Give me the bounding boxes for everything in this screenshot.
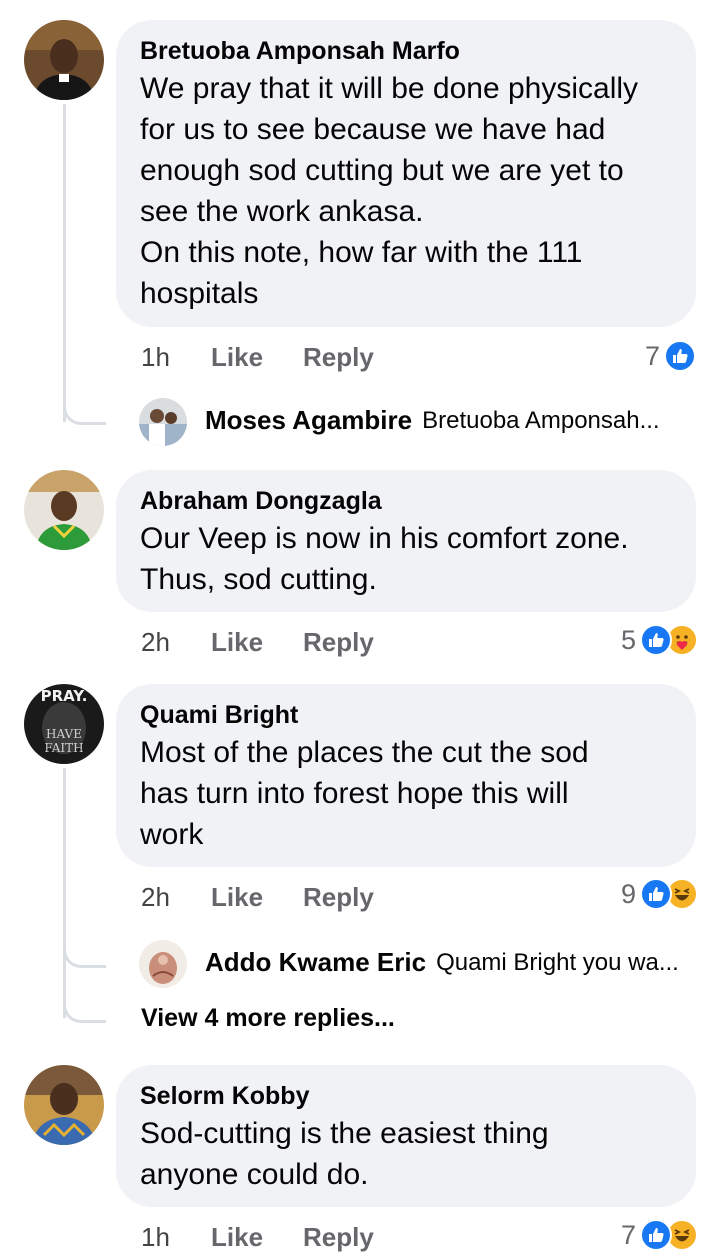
- comment-author[interactable]: Bretuoba Amponsah Marfo: [140, 34, 672, 68]
- comment-author[interactable]: Selorm Kobby: [140, 1079, 672, 1113]
- comment-bubble: Bretuoba Amponsah Marfo We pray that it …: [116, 20, 696, 327]
- comment-time[interactable]: 1h: [141, 1219, 170, 1255]
- reply-snippet: Bretuoba Amponsah...: [422, 406, 660, 434]
- like-icon: [640, 1219, 672, 1251]
- comment-actions: 1h Like Reply: [141, 339, 541, 375]
- reaction-count: 9: [620, 878, 636, 909]
- reply-button[interactable]: Reply: [303, 879, 374, 915]
- reply-snippet: Quami Bright you wa...: [436, 948, 679, 976]
- comment-actions: 2h Like Reply: [141, 879, 541, 915]
- like-button[interactable]: Like: [211, 1219, 263, 1255]
- comment-bubble: Quami Bright Most of the places the cut …: [116, 684, 696, 867]
- comment-text: Our Veep is now in his comfort zone. Thu…: [140, 522, 629, 596]
- reply-preview[interactable]: Addo Kwame Eric Quami Bright you wa...: [205, 947, 679, 978]
- thread-line: [63, 104, 66, 422]
- comment-author[interactable]: Abraham Dongzagla: [140, 484, 672, 518]
- reaction-summary[interactable]: 9: [621, 876, 698, 912]
- svg-text:HAVE: HAVE: [46, 727, 82, 741]
- reply-button[interactable]: Reply: [303, 1219, 374, 1255]
- comment-bubble: Selorm Kobby Sod-cutting is the easiest …: [116, 1065, 696, 1207]
- reaction-count: 7: [620, 1219, 636, 1250]
- reply-button[interactable]: Reply: [303, 339, 374, 375]
- comment-bubble: Abraham Dongzagla Our Veep is now in his…: [116, 470, 696, 612]
- comment-author[interactable]: Quami Bright: [140, 698, 672, 732]
- thread-line: [63, 768, 66, 1018]
- avatar[interactable]: PRAY. HAVE FAITH: [24, 684, 104, 764]
- like-icon: [664, 340, 696, 372]
- avatar[interactable]: [24, 1065, 104, 1145]
- like-button[interactable]: Like: [211, 339, 263, 375]
- avatar-text: PRAY.: [41, 687, 88, 705]
- thread-branch: [63, 990, 106, 1023]
- reaction-summary[interactable]: 7: [621, 1217, 698, 1253]
- comment-time[interactable]: 1h: [141, 339, 170, 375]
- reply-preview[interactable]: Moses Agambire Bretuoba Amponsah...: [205, 405, 660, 436]
- comment-actions: 1h Like Reply: [141, 1219, 541, 1255]
- comment-time[interactable]: 2h: [141, 879, 170, 915]
- like-icon: [640, 624, 672, 656]
- reaction-summary[interactable]: 5: [621, 622, 698, 658]
- svg-text:FAITH: FAITH: [44, 741, 83, 755]
- comment-text: We pray that it will be done physically …: [140, 72, 639, 310]
- reaction-count: 5: [620, 624, 636, 655]
- like-icon: [640, 878, 672, 910]
- view-more-replies-button[interactable]: View 4 more replies...: [141, 1004, 395, 1033]
- reaction-summary[interactable]: 7: [645, 338, 696, 374]
- thread-branch: [63, 935, 106, 968]
- like-button[interactable]: Like: [211, 624, 263, 660]
- avatar[interactable]: [24, 470, 104, 550]
- avatar[interactable]: [24, 20, 104, 100]
- reply-author[interactable]: Addo Kwame Eric: [205, 947, 426, 978]
- reaction-count: 7: [644, 340, 660, 371]
- reply-button[interactable]: Reply: [303, 624, 374, 660]
- avatar[interactable]: [139, 398, 187, 446]
- reply-author[interactable]: Moses Agambire: [205, 405, 412, 436]
- like-button[interactable]: Like: [211, 879, 263, 915]
- avatar[interactable]: [139, 940, 187, 988]
- thread-branch: [63, 392, 106, 425]
- comment-text: Most of the places the cut the sod has t…: [140, 736, 589, 851]
- comment-time[interactable]: 2h: [141, 624, 170, 660]
- comment-text: Sod-cutting is the easiest thing anyone …: [140, 1117, 549, 1191]
- comment-actions: 2h Like Reply: [141, 624, 541, 660]
